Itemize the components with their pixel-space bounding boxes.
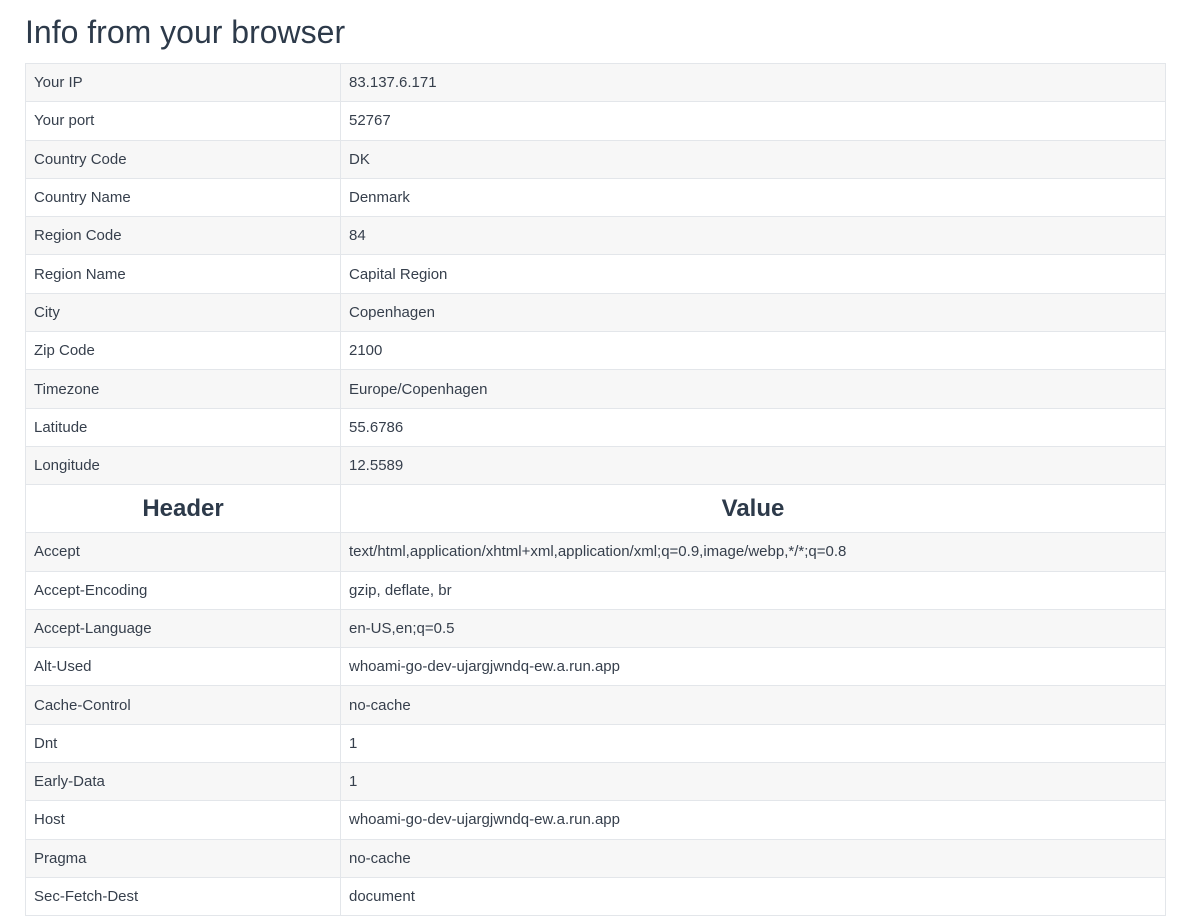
table-row-accept: Accept text/html,application/xhtml+xml,a…	[25, 532, 1166, 572]
row-label: Timezone	[25, 369, 341, 409]
row-value: whoami-go-dev-ujargjwndq-ew.a.run.app	[340, 800, 1166, 840]
row-value: text/html,application/xhtml+xml,applicat…	[340, 532, 1166, 572]
row-label: Your port	[25, 101, 341, 141]
row-label: Country Name	[25, 177, 341, 218]
table-row-longitude: Longitude 12.5589	[25, 445, 1166, 486]
table-row-accept-encoding: Accept-Encoding gzip, deflate, br	[25, 570, 1166, 610]
row-value: Copenhagen	[340, 292, 1166, 333]
row-label: Region Code	[25, 216, 341, 256]
row-value: no-cache	[340, 838, 1166, 878]
row-label: Pragma	[25, 838, 341, 878]
row-label: City	[25, 292, 341, 333]
row-value: 1	[340, 762, 1166, 802]
table-row-latitude: Latitude 55.6786	[25, 407, 1166, 447]
table-row-country-code: Country Code DK	[25, 139, 1166, 179]
row-label: Dnt	[25, 723, 341, 764]
browser-info-table: Your IP 83.137.6.171 Your port 52767 Cou…	[25, 62, 1166, 916]
row-label: Country Code	[25, 139, 341, 179]
row-value: 55.6786	[340, 407, 1166, 447]
page-title: Info from your browser	[25, 14, 346, 50]
row-value: no-cache	[340, 685, 1166, 725]
row-label: Latitude	[25, 407, 341, 447]
row-label: Early-Data	[25, 762, 341, 802]
row-value: gzip, deflate, br	[340, 570, 1166, 610]
row-label: Your IP	[25, 62, 341, 103]
column-header-header: Header	[25, 484, 341, 534]
table-row-alt-used: Alt-Used whoami-go-dev-ujargjwndq-ew.a.r…	[25, 647, 1166, 687]
table-row-cache-control: Cache-Control no-cache	[25, 685, 1166, 725]
row-value: 52767	[340, 101, 1166, 141]
row-label: Host	[25, 800, 341, 840]
table-row-country-name: Country Name Denmark	[25, 177, 1166, 218]
row-value: Capital Region	[340, 254, 1166, 294]
column-header-value: Value	[340, 484, 1166, 534]
table-row-early-data: Early-Data 1	[25, 762, 1166, 802]
table-row-your-ip: Your IP 83.137.6.171	[25, 62, 1166, 103]
row-value: 12.5589	[340, 445, 1166, 486]
row-value: 83.137.6.171	[340, 62, 1166, 103]
row-label: Accept-Language	[25, 608, 341, 649]
table-row-zip-code: Zip Code 2100	[25, 331, 1166, 371]
info-table-body: Your IP 83.137.6.171 Your port 52767 Cou…	[25, 62, 1166, 486]
row-value: 2100	[340, 331, 1166, 371]
headers-rows: Accept text/html,application/xhtml+xml,a…	[25, 532, 1166, 916]
table-row-pragma: Pragma no-cache	[25, 838, 1166, 878]
row-label: Longitude	[25, 445, 341, 486]
headers-column-header-row: Header Value	[25, 484, 1166, 534]
table-row-region-code: Region Code 84	[25, 216, 1166, 256]
row-label: Region Name	[25, 254, 341, 294]
row-value: Europe/Copenhagen	[340, 369, 1166, 409]
row-label: Accept-Encoding	[25, 570, 341, 610]
table-row-your-port: Your port 52767	[25, 101, 1166, 141]
row-label: Zip Code	[25, 331, 341, 371]
table-row-dnt: Dnt 1	[25, 723, 1166, 764]
row-value: 84	[340, 216, 1166, 256]
row-value: whoami-go-dev-ujargjwndq-ew.a.run.app	[340, 647, 1166, 687]
row-value: Denmark	[340, 177, 1166, 218]
table-row-accept-language: Accept-Language en-US,en;q=0.5	[25, 608, 1166, 649]
row-value: document	[340, 876, 1166, 916]
row-label: Accept	[25, 532, 341, 572]
row-value: 1	[340, 723, 1166, 764]
row-label: Sec-Fetch-Dest	[25, 876, 341, 916]
table-row-region-name: Region Name Capital Region	[25, 254, 1166, 294]
table-row-host: Host whoami-go-dev-ujargjwndq-ew.a.run.a…	[25, 800, 1166, 840]
table-row-sec-fetch-dest: Sec-Fetch-Dest document	[25, 876, 1166, 916]
row-label: Alt-Used	[25, 647, 341, 687]
table-row-timezone: Timezone Europe/Copenhagen	[25, 369, 1166, 409]
row-value: en-US,en;q=0.5	[340, 608, 1166, 649]
row-value: DK	[340, 139, 1166, 179]
row-label: Cache-Control	[25, 685, 341, 725]
headers-table-body: Header Value	[25, 484, 1166, 534]
table-row-city: City Copenhagen	[25, 292, 1166, 333]
